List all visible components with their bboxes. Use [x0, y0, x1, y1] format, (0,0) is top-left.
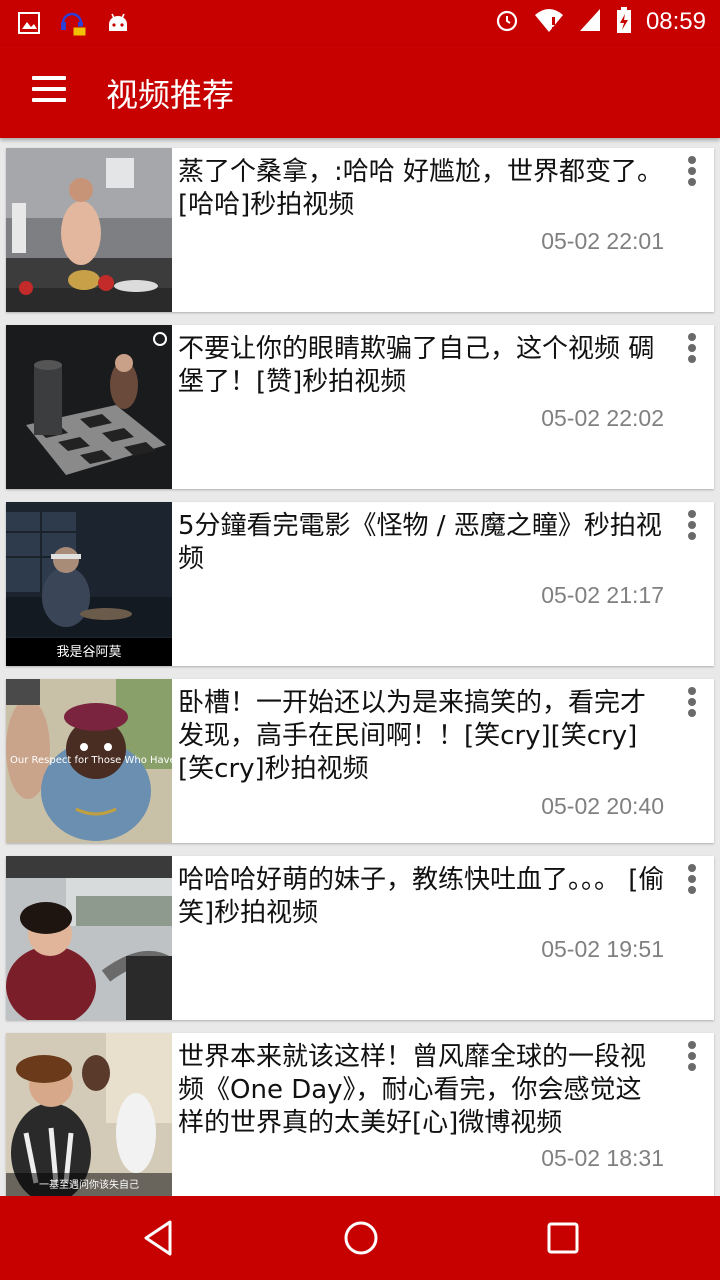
video-feed[interactable]: 蒸了个桑拿，:哈哈 好尴尬，世界都变了。[哈哈]秒拍视频 05-02 22:01 — [0, 138, 720, 1196]
video-thumbnail[interactable] — [6, 325, 172, 489]
more-options-icon[interactable] — [684, 864, 700, 898]
video-timestamp: 05-02 21:17 — [541, 582, 664, 608]
list-item[interactable]: 哈哈哈好萌的妹子，教练快吐血了。。。 [偷笑]秒拍视频 05-02 19:51 — [6, 856, 714, 1020]
thumbnail-caption: 我是谷阿莫 — [56, 645, 122, 660]
status-bar: 08:59 — [0, 0, 720, 46]
more-options-icon[interactable] — [684, 510, 700, 544]
system-nav-bar — [0, 1196, 720, 1280]
video-thumbnail[interactable]: 我是谷阿莫 — [6, 502, 172, 666]
video-thumbnail[interactable] — [6, 148, 172, 312]
video-title[interactable]: 世界本来就该这样！曾风靡全球的一段视频《One Day》，耐心看完，你会感觉这样… — [178, 1041, 666, 1140]
more-options-icon[interactable] — [684, 687, 700, 721]
video-timestamp: 05-02 20:40 — [541, 793, 664, 819]
video-timestamp: 05-02 18:31 — [541, 1145, 664, 1171]
more-options-icon[interactable] — [684, 1041, 700, 1075]
recents-icon[interactable] — [546, 1218, 580, 1262]
list-item[interactable]: 我是谷阿莫 5分鐘看完電影《怪物 / 恶魔之瞳》秒拍视频 05-02 21:17 — [6, 502, 714, 666]
video-timestamp: 05-02 19:51 — [541, 936, 664, 962]
hamburger-menu-icon[interactable] — [32, 76, 66, 106]
signal-icon — [578, 7, 602, 37]
back-icon[interactable] — [140, 1218, 176, 1262]
more-options-icon[interactable] — [684, 333, 700, 367]
app-bar: 视频推荐 — [0, 46, 720, 138]
image-icon — [18, 12, 40, 38]
wifi-alert-icon — [534, 7, 564, 37]
video-thumbnail[interactable]: Our Respect for Those Who Have — [6, 679, 172, 843]
page-title: 视频推荐 — [106, 76, 235, 114]
video-title[interactable]: 蒸了个桑拿，:哈哈 好尴尬，世界都变了。[哈哈]秒拍视频 — [178, 156, 666, 222]
video-thumbnail[interactable]: 一基至遇问你该失自己 — [6, 1033, 172, 1196]
home-icon[interactable] — [342, 1218, 380, 1262]
more-options-icon[interactable] — [684, 156, 700, 190]
video-thumbnail[interactable] — [6, 856, 172, 1020]
list-item[interactable]: 蒸了个桑拿，:哈哈 好尴尬，世界都变了。[哈哈]秒拍视频 05-02 22:01 — [6, 148, 714, 312]
thumbnail-caption: 一基至遇问你该失自己 — [39, 1180, 139, 1191]
android-icon — [106, 11, 130, 39]
battery-charging-icon — [616, 6, 632, 38]
list-item[interactable]: 一基至遇问你该失自己 世界本来就该这样！曾风靡全球的一段视频《One Day》，… — [6, 1033, 714, 1196]
video-title[interactable]: 卧槽！一开始还以为是来搞笑的，看完才发现，高手在民间啊！！[笑cry][笑cry… — [178, 687, 666, 786]
alarm-icon — [494, 7, 520, 37]
list-item[interactable]: Our Respect for Those Who Have 卧槽！一开始还以为… — [6, 679, 714, 843]
status-time: 08:59 — [645, 8, 706, 35]
video-timestamp: 05-02 22:02 — [541, 405, 664, 431]
headset-chat-icon — [58, 8, 88, 42]
video-title[interactable]: 不要让你的眼睛欺骗了自己，这个视频 碉堡了！[赞]秒拍视频 — [178, 333, 666, 399]
video-timestamp: 05-02 22:01 — [541, 228, 664, 254]
list-item[interactable]: 不要让你的眼睛欺骗了自己，这个视频 碉堡了！[赞]秒拍视频 05-02 22:0… — [6, 325, 714, 489]
video-title[interactable]: 5分鐘看完電影《怪物 / 恶魔之瞳》秒拍视频 — [178, 510, 666, 576]
thumbnail-caption: Our Respect for Those Who Have — [10, 755, 172, 766]
video-title[interactable]: 哈哈哈好萌的妹子，教练快吐血了。。。 [偷笑]秒拍视频 — [178, 864, 666, 930]
